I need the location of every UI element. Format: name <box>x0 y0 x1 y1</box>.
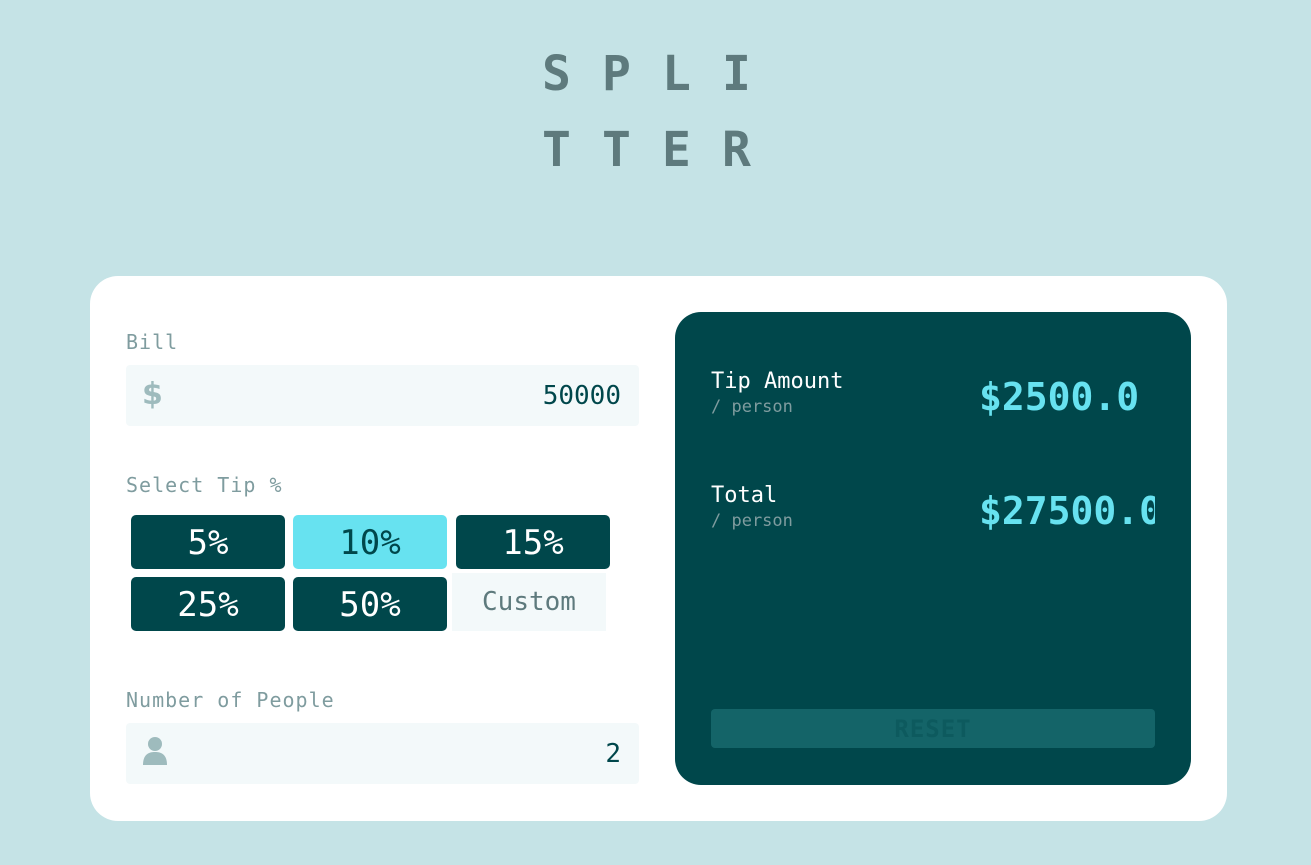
logo-letter: T <box>602 122 631 178</box>
results-panel: Tip Amount / person $2500.0 Total / pers… <box>675 312 1191 785</box>
tip-options: 5% 10% 15% 25% 50% <box>130 514 610 634</box>
tip-button-5[interactable]: 5% <box>131 515 285 569</box>
total-value: $27500.0 <box>979 489 1155 533</box>
logo-letter: S <box>542 46 571 102</box>
bill-label: Bill <box>126 330 179 354</box>
bill-input[interactable] <box>221 365 621 426</box>
calculator-card: Bill $ Select Tip % 5% 10% 15% 25% 50% N… <box>90 276 1227 821</box>
tip-amount-row: Tip Amount / person $2500.0 <box>711 369 1155 429</box>
logo-letter: T <box>542 122 571 178</box>
logo-letter: E <box>662 122 691 178</box>
reset-button[interactable]: RESET <box>711 709 1155 748</box>
tip-custom-input[interactable] <box>452 573 606 631</box>
bill-field: $ <box>126 365 639 426</box>
tip-button-10[interactable]: 10% <box>293 515 447 569</box>
logo-letter: I <box>722 46 751 102</box>
tip-label: Select Tip % <box>126 473 283 497</box>
tip-button-15[interactable]: 15% <box>456 515 610 569</box>
person-icon <box>142 735 172 771</box>
logo-line-1: S P L I <box>542 36 782 112</box>
tip-amount-sub: / person <box>711 397 793 417</box>
tip-amount-title: Tip Amount <box>711 369 844 394</box>
tip-button-25[interactable]: 25% <box>131 577 285 631</box>
logo-line-2: T T E R <box>542 112 782 188</box>
total-title: Total <box>711 483 778 508</box>
people-label: Number of People <box>126 688 335 712</box>
total-row: Total / person $27500.0 <box>711 483 1155 543</box>
logo-letter: P <box>602 46 631 102</box>
app-logo: S P L I T T E R <box>542 36 782 188</box>
tip-button-50[interactable]: 50% <box>293 577 447 631</box>
logo-letter: L <box>662 46 691 102</box>
total-sub: / person <box>711 511 793 531</box>
logo-letter: R <box>722 122 751 178</box>
people-field <box>126 723 639 784</box>
people-input[interactable] <box>221 723 621 784</box>
dollar-icon: $ <box>142 377 163 412</box>
tip-amount-value: $2500.0 <box>979 375 1140 419</box>
